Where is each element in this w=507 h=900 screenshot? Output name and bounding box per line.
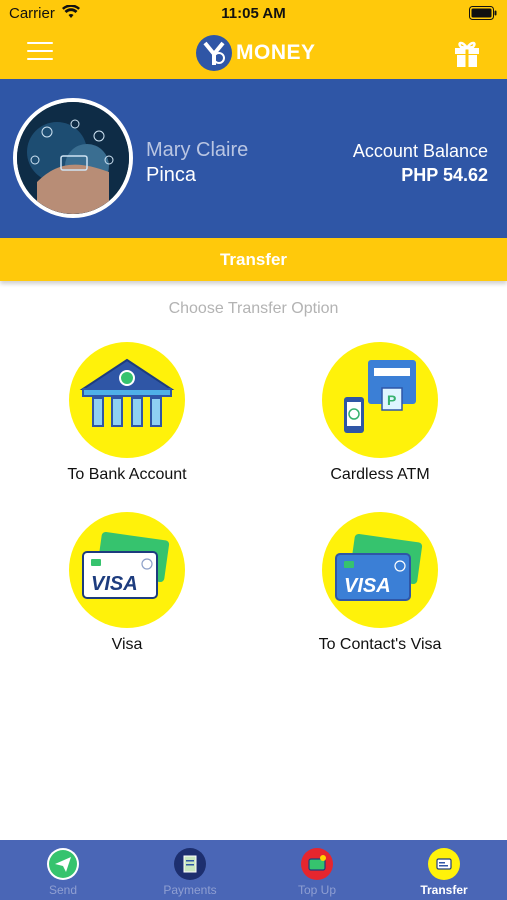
option-to-contacts-visa[interactable]: VISA To Contact's Visa	[265, 512, 495, 654]
option-label: To Bank Account	[67, 466, 187, 483]
profile-last-name: Pinca	[146, 164, 197, 186]
section-title-bar: Transfer	[0, 238, 507, 281]
option-label: Visa	[111, 636, 143, 653]
choose-option-label: Choose Transfer Option	[168, 300, 339, 317]
svg-text:P: P	[387, 392, 396, 408]
option-label: Cardless ATM	[330, 466, 430, 483]
status-time: 11:05 AM	[221, 5, 286, 22]
tab-transfer[interactable]: Transfer	[381, 840, 507, 900]
account-balance-value: PHP 54.62	[401, 165, 488, 185]
bottom-tab-bar: Send Payments Top Up Transfer	[0, 840, 507, 900]
visa-card-icon: VISA	[69, 512, 185, 628]
option-to-bank-account[interactable]: To Bank Account	[12, 342, 242, 484]
tab-label: Send	[48, 883, 78, 897]
profile-section: Mary Claire Pinca Account Balance PHP 54…	[0, 79, 507, 238]
avatar	[13, 98, 133, 218]
top-up-icon	[301, 848, 333, 880]
tab-label: Transfer	[420, 883, 468, 897]
hamburger-menu-icon[interactable]	[27, 42, 55, 64]
option-visa[interactable]: VISA Visa	[12, 512, 242, 654]
app-logo: MONEY	[195, 34, 316, 72]
app-header: MONEY	[0, 28, 507, 79]
logo-text: MONEY	[236, 41, 316, 64]
visa-card-blue-icon: VISA	[322, 512, 438, 628]
battery-icon	[469, 6, 497, 25]
tab-payments[interactable]: Payments	[127, 840, 253, 900]
svg-text:VISA: VISA	[91, 573, 138, 595]
tab-top-up[interactable]: Top Up	[254, 840, 380, 900]
atm-icon: P	[322, 342, 438, 458]
tab-label: Payments	[163, 883, 217, 897]
transfer-icon	[428, 848, 460, 880]
status-bar: Carrier 11:05 AM	[0, 0, 507, 28]
payments-icon	[174, 848, 206, 880]
account-balance-label: Account Balance	[352, 141, 488, 161]
send-icon	[47, 848, 79, 880]
option-cardless-atm[interactable]: P Cardless ATM	[265, 342, 495, 484]
y-logo-icon	[196, 35, 232, 71]
bank-icon	[69, 342, 185, 458]
profile-first-name: Mary Claire	[146, 139, 249, 161]
svg-text:VISA: VISA	[344, 575, 391, 597]
option-label: To Contact's Visa	[318, 636, 442, 653]
tab-label: Top Up	[297, 883, 337, 897]
gift-icon[interactable]	[453, 38, 481, 73]
tab-send[interactable]: Send	[0, 840, 126, 900]
